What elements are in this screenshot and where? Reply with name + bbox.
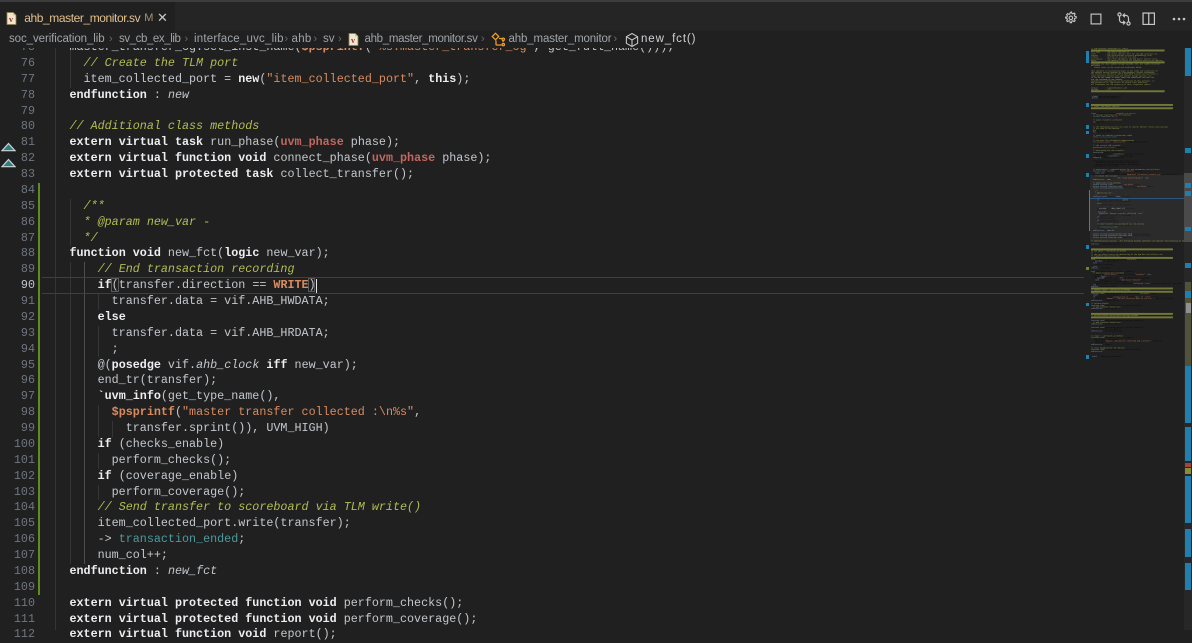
- svg-text:v: v: [9, 14, 13, 23]
- svg-text:v: v: [351, 36, 355, 45]
